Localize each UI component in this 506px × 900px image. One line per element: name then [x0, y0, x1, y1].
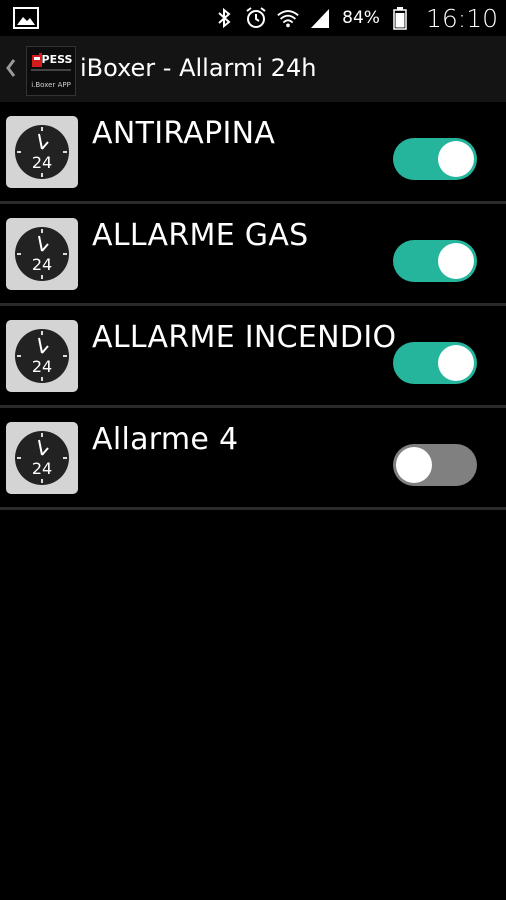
alarm-toggle-incendio[interactable] — [393, 342, 477, 384]
logo-text: PESS — [42, 53, 73, 66]
clock-24h-icon: 24 — [6, 422, 78, 494]
toggle-knob — [438, 243, 474, 279]
clock-24h-icon: 24 — [6, 116, 78, 188]
signal-icon — [308, 6, 332, 30]
toggle-knob — [438, 141, 474, 177]
toggle-knob — [396, 447, 432, 483]
battery-percent: 84% — [342, 8, 380, 28]
alarm-toggle-allarme-4[interactable] — [393, 444, 477, 486]
alarm-label: ANTIRAPINA — [92, 116, 276, 151]
svg-text:24: 24 — [32, 255, 52, 274]
battery-icon — [388, 6, 412, 30]
list-item[interactable]: 24 Allarme 4 — [0, 408, 506, 510]
list-item[interactable]: 24 ANTIRAPINA — [0, 102, 506, 204]
alarm-toggle-gas[interactable] — [393, 240, 477, 282]
svg-text:24: 24 — [32, 459, 52, 478]
alarm-label: ALLARME GAS — [92, 218, 309, 253]
page-title: iBoxer - Allarmi 24h — [80, 54, 317, 82]
app-logo[interactable]: PESS i.Boxer APP — [26, 46, 76, 96]
image-notification-icon — [12, 6, 40, 30]
back-chevron-icon[interactable] — [4, 56, 18, 80]
bluetooth-icon — [212, 6, 236, 30]
alarm-label: Allarme 4 — [92, 422, 239, 457]
clock-24h-icon: 24 — [6, 218, 78, 290]
alarm-toggle-antirapina[interactable] — [393, 138, 477, 180]
logo-subtext: i.Boxer APP — [31, 81, 71, 89]
wifi-icon — [276, 6, 300, 30]
alarm-list: 24 ANTIRAPINA 24 ALLARME GAS 24 ALLARME … — [0, 102, 506, 510]
action-bar: PESS i.Boxer APP iBoxer - Allarmi 24h — [0, 36, 506, 102]
status-indicators: 84% 16:10 — [212, 0, 498, 36]
list-item[interactable]: 24 ALLARME GAS — [0, 204, 506, 306]
svg-text:24: 24 — [32, 153, 52, 172]
status-bar: 84% 16:10 — [0, 0, 506, 36]
alarm-clock-icon — [244, 6, 268, 30]
alarm-label: ALLARME INCENDIO — [92, 320, 397, 355]
list-item[interactable]: 24 ALLARME INCENDIO — [0, 306, 506, 408]
status-clock: 16:10 — [425, 3, 498, 33]
clock-24h-icon: 24 — [6, 320, 78, 392]
toggle-knob — [438, 345, 474, 381]
svg-text:24: 24 — [32, 357, 52, 376]
